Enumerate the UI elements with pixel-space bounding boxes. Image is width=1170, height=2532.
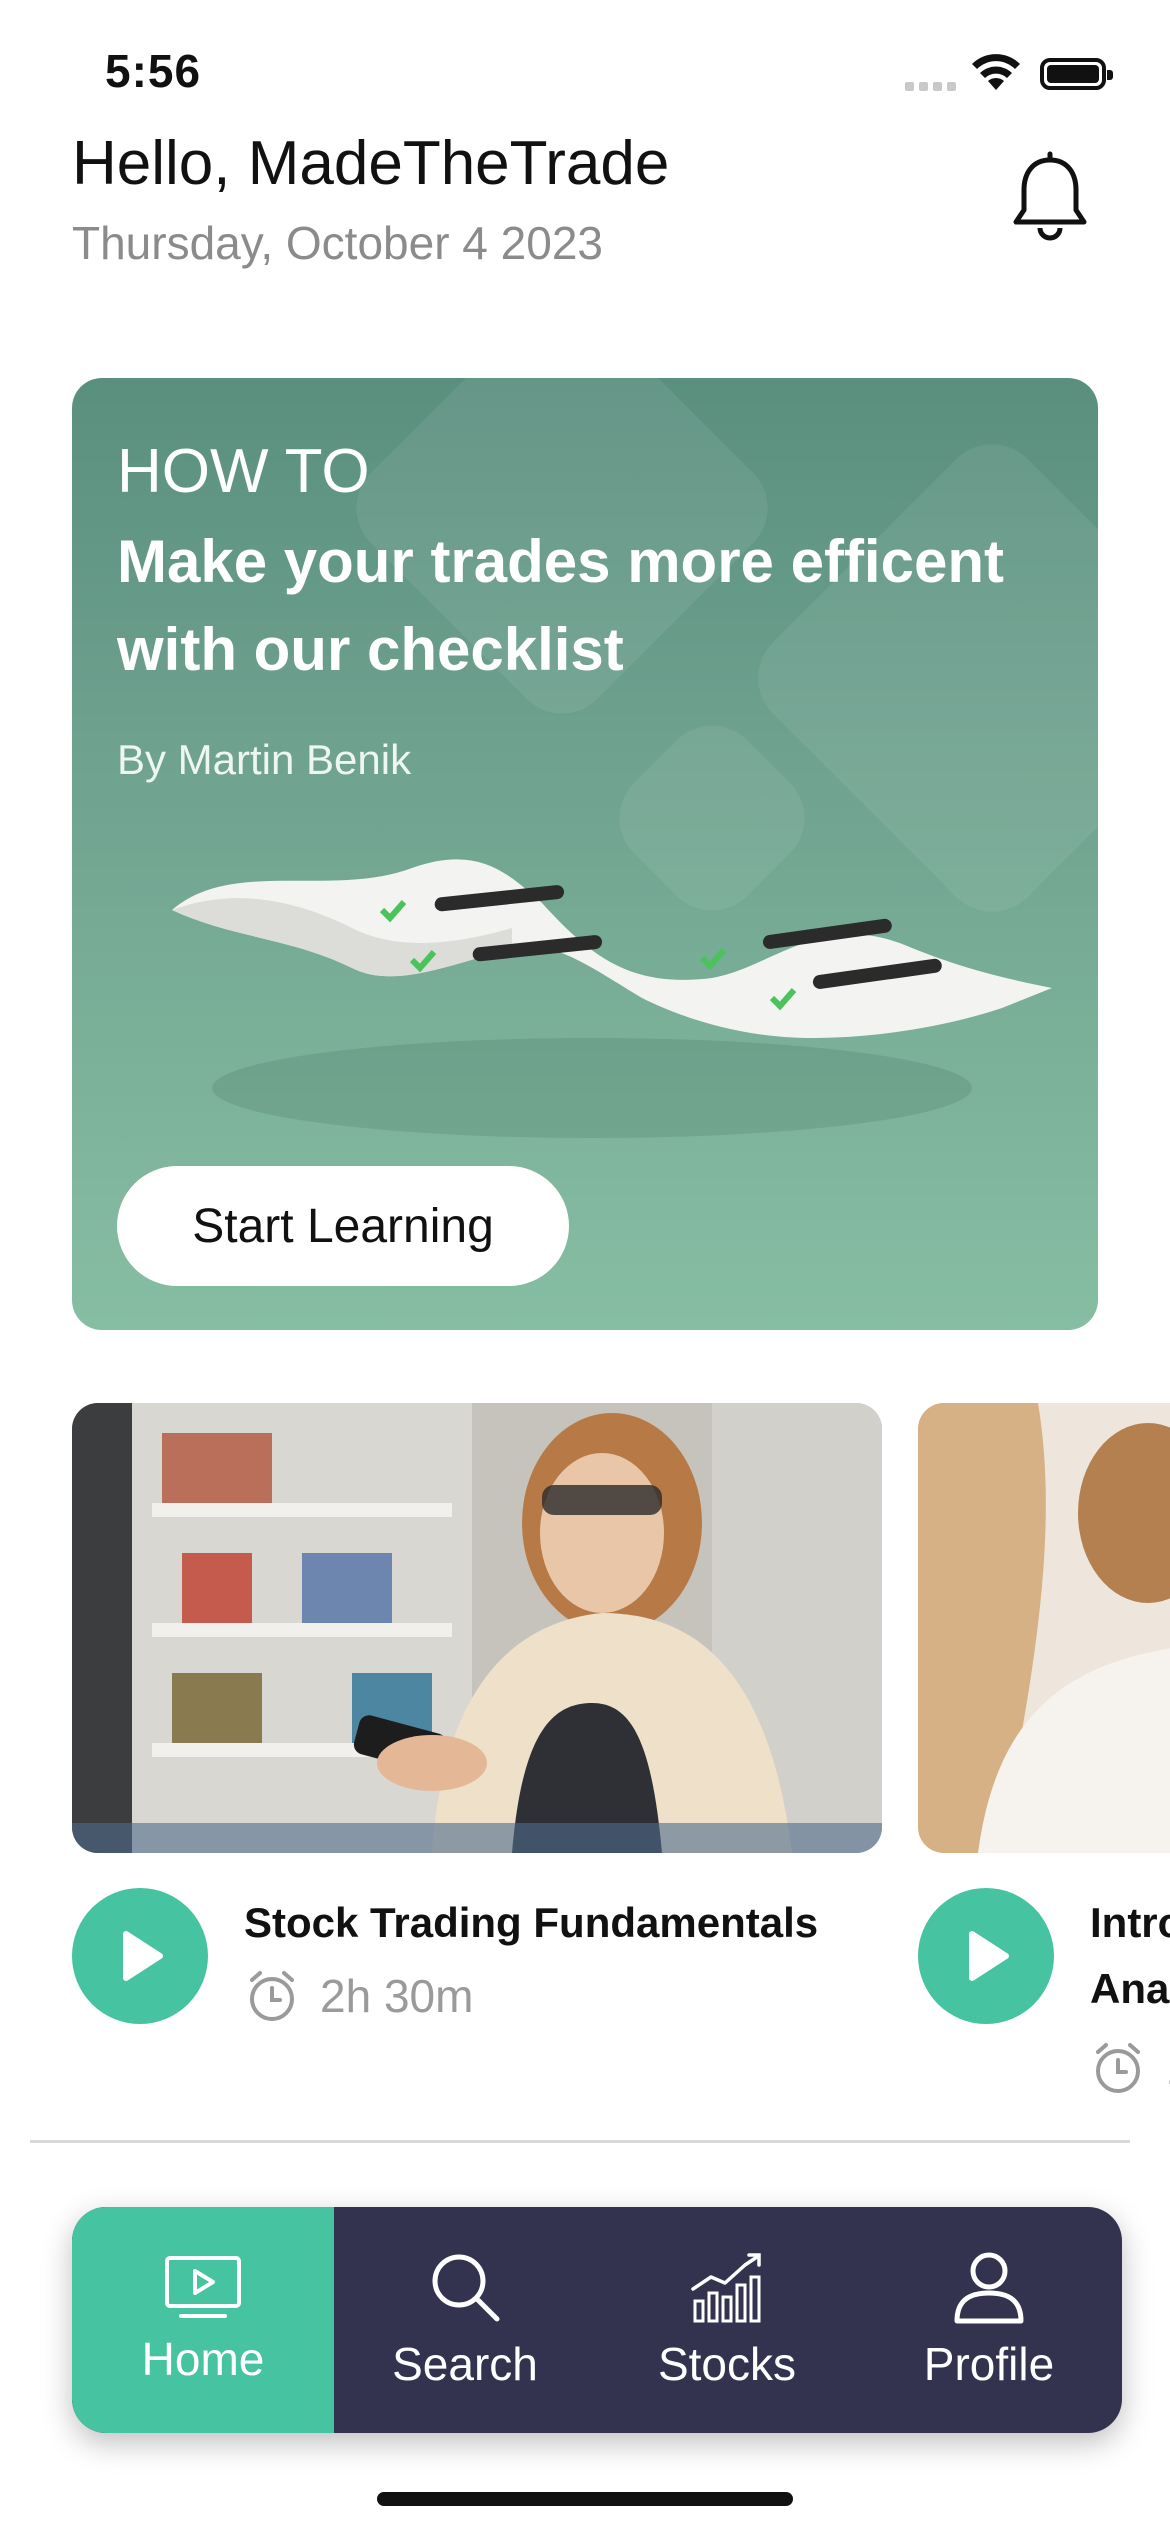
duration-text: 2h 30m (320, 1970, 474, 2022)
status-time: 5:56 (105, 45, 202, 97)
tab-home[interactable]: Home (72, 2207, 334, 2433)
tab-label: Stocks (657, 2338, 797, 2390)
stocks-chart-icon (691, 2253, 761, 2323)
tab-profile[interactable]: Profile (858, 2207, 1120, 2433)
alarm-clock-icon (250, 1971, 294, 2021)
play-button[interactable] (72, 1888, 208, 2024)
tab-label: Home (141, 2333, 265, 2385)
tab-label: Profile (923, 2338, 1055, 2390)
home-indicator (377, 2492, 793, 2506)
cellular-signal-icon (905, 78, 961, 96)
person-icon (954, 2252, 1024, 2324)
card-author: By Martin Benik (117, 736, 412, 783)
greeting-title: Hello, MadeTheTrade (72, 129, 670, 198)
course-title[interactable]: Intro Ana (1090, 1890, 1170, 2022)
card-kicker: HOW TO (117, 437, 370, 506)
tv-play-icon (165, 2256, 241, 2318)
checklist-illustration (172, 848, 1052, 1183)
search-icon (432, 2254, 500, 2322)
tab-label: Search (392, 2338, 538, 2390)
current-date: Thursday, October 4 2023 (72, 217, 603, 269)
start-learning-button[interactable]: Start Learning (117, 1166, 569, 1286)
wifi-icon (970, 52, 1022, 97)
card-title: Make your trades more efficent with our … (117, 528, 1004, 683)
battery-icon (1040, 58, 1113, 90)
course-duration: 1 (1090, 2040, 1170, 2096)
notification-bell-icon[interactable] (1010, 150, 1090, 247)
course-title[interactable]: Stock Trading Fundamentals (244, 1890, 818, 1956)
bottom-tab-bar: Home Search Stocks Profile (72, 2207, 1122, 2433)
course-duration: 2h 30m (244, 1968, 473, 2024)
play-button[interactable] (918, 1888, 1054, 2024)
featured-howto-card[interactable]: HOW TO Make your trades more efficent wi… (72, 378, 1098, 1330)
tab-search[interactable]: Search (334, 2207, 596, 2433)
play-icon (969, 1931, 1009, 1981)
alarm-clock-icon (1096, 2043, 1140, 2093)
divider (30, 2140, 1130, 2143)
play-icon (123, 1931, 163, 1981)
course-thumbnail[interactable] (918, 1403, 1170, 1853)
course-thumbnail[interactable] (72, 1403, 882, 1853)
tab-stocks[interactable]: Stocks (596, 2207, 858, 2433)
duration-text: 1 (1166, 2041, 1170, 2095)
